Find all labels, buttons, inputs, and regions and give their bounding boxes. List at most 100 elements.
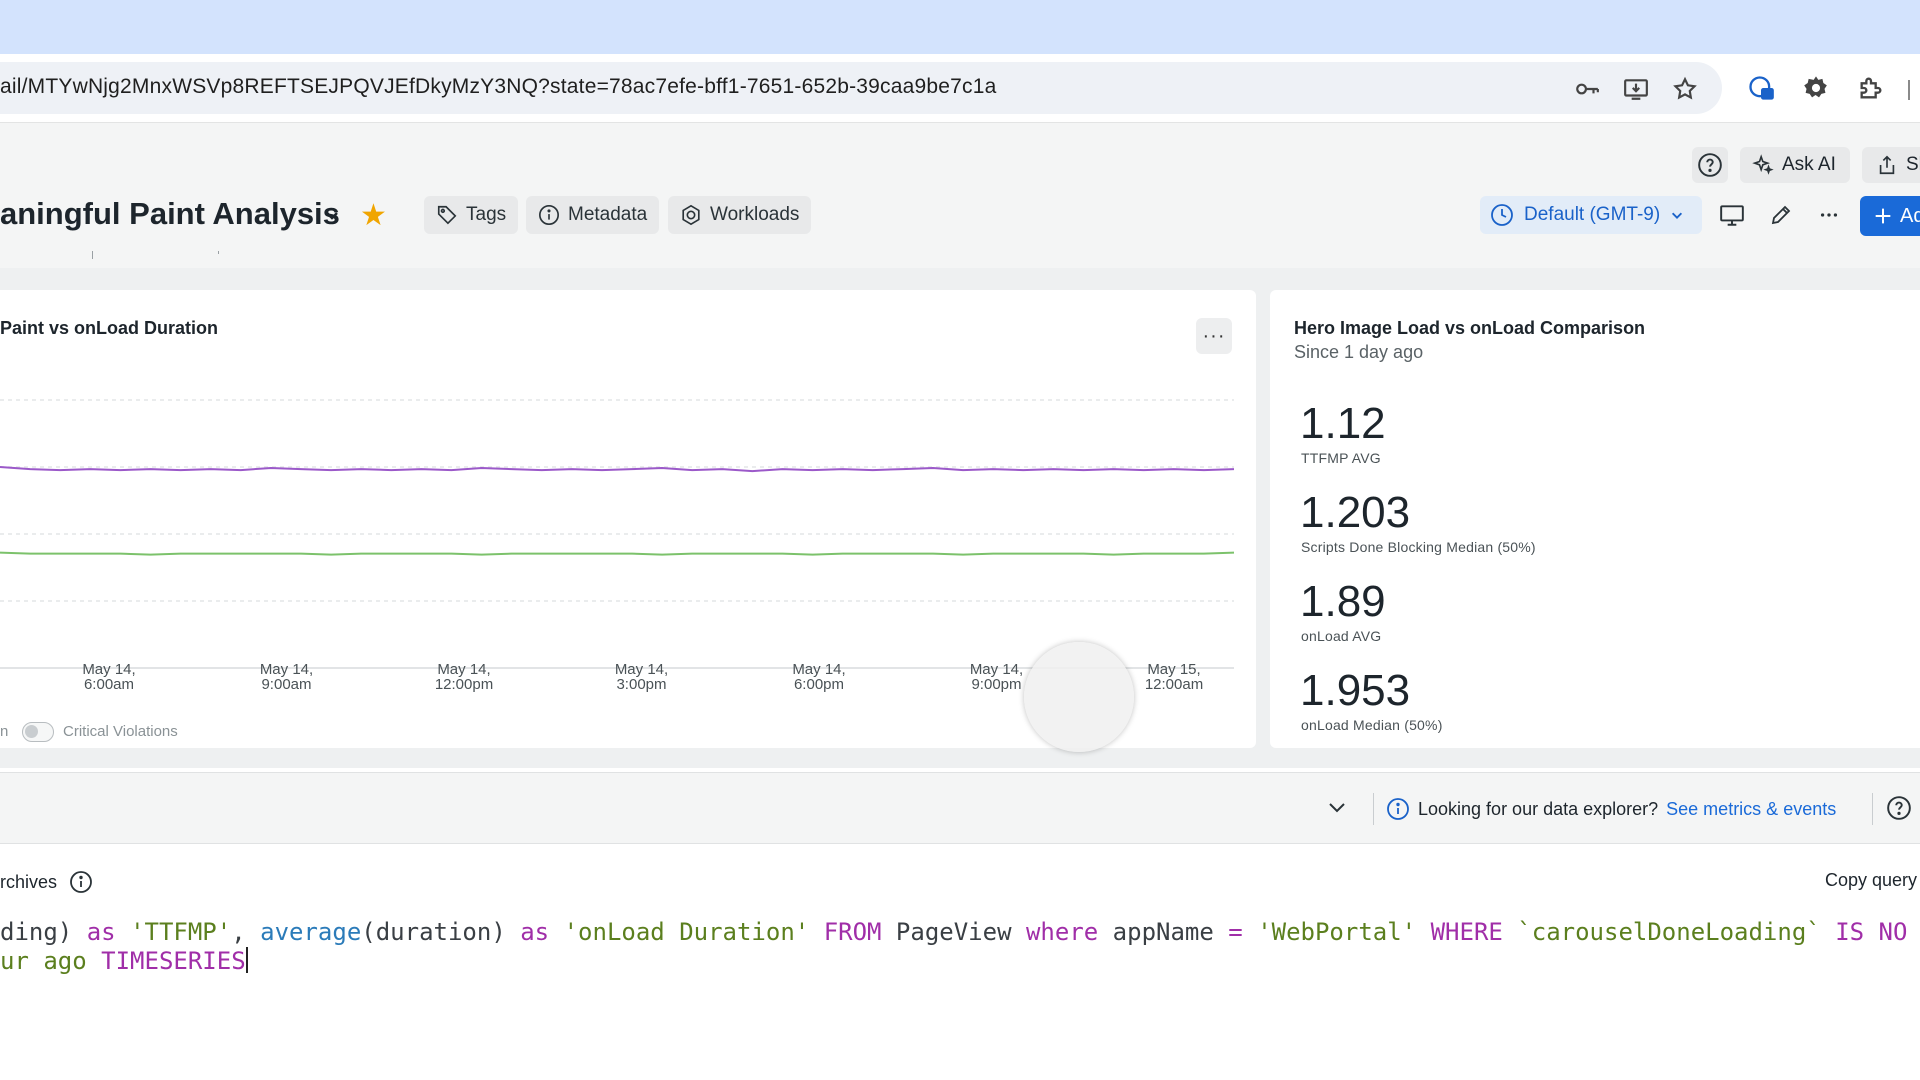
ellipsis-icon: [1820, 213, 1838, 217]
query-token: as: [520, 918, 550, 946]
sparkle-icon: [1752, 154, 1774, 175]
metadata-chip[interactable]: Metadata: [526, 196, 660, 234]
url-text[interactable]: ail/MTYwNjg2MnxWSVp8REFTSEJPQVJEfDkyMzY3…: [0, 75, 997, 99]
edit-button[interactable]: [1763, 197, 1799, 233]
copy-query-button[interactable]: Copy query: [1825, 870, 1917, 891]
stat-value: 1.953: [1300, 666, 1411, 715]
query-token: TIMESERIES: [101, 947, 246, 975]
ask-ai-button[interactable]: Ask AI: [1740, 147, 1850, 183]
critical-violations-toggle[interactable]: [22, 722, 54, 742]
tags-chip[interactable]: Tags: [424, 196, 519, 234]
profile-lock-icon[interactable]: [1747, 74, 1775, 102]
help-icon[interactable]: [1886, 795, 1912, 821]
query-token: ,: [231, 918, 261, 946]
x-tick-label: May 14, 9:00am: [259, 661, 314, 693]
info-icon: [539, 205, 559, 225]
billboard-widget: Hero Image Load vs onLoad Comparison Sin…: [1270, 290, 1920, 748]
text-caret: [245, 947, 248, 973]
query-token: PageView: [881, 918, 1026, 946]
stat-label: onLoad AVG: [1301, 628, 1382, 644]
pencil-icon: [1771, 205, 1791, 225]
line-chart[interactable]: [0, 290, 1256, 690]
dashboard-header: Ask AI Sh aningful Paint Analysis ★ Tags…: [0, 122, 1920, 268]
query-token: FROM: [823, 918, 882, 946]
more-options-button[interactable]: [1811, 197, 1847, 233]
widget-title: Hero Image Load vs onLoad Comparison: [1294, 318, 1646, 338]
query-token: [549, 918, 563, 946]
query-editor-line[interactable]: ur ago TIMESERIES: [0, 947, 248, 975]
x-tick-label: May 14, 12:00pm: [434, 661, 494, 693]
bookmark-star-icon[interactable]: [1672, 76, 1698, 102]
stat-label: Scripts Done Blocking Median (50%): [1301, 539, 1536, 555]
share-label: Sh: [1906, 154, 1920, 175]
stat-label: TTFMP AVG: [1301, 450, 1381, 466]
share-icon: [1879, 155, 1895, 175]
tag-icon: [437, 205, 457, 225]
add-label: Ad: [1900, 204, 1920, 227]
favorite-star-icon[interactable]: ★: [360, 201, 387, 231]
help-icon: [1698, 153, 1722, 177]
query-token: WHERE: [1430, 918, 1503, 946]
query-token: 'WebPortal': [1257, 918, 1417, 946]
query-token: IS NO: [1835, 918, 1908, 946]
install-icon[interactable]: [1623, 76, 1649, 102]
browser-toolbar-separator: [1908, 80, 1910, 100]
clock-icon: [1491, 204, 1513, 226]
query-token: [1821, 918, 1835, 946]
header-tick-mark: [92, 251, 93, 259]
series-line-1[interactable]: [0, 551, 1235, 556]
header-tick-mark: [218, 251, 219, 254]
x-tick-label: May 14, 6:00am: [82, 661, 136, 693]
chevron-down-icon: [1672, 212, 1683, 219]
share-button[interactable]: Sh: [1862, 147, 1920, 183]
workloads-icon: [682, 204, 700, 226]
workloads-label: Workloads: [710, 204, 800, 225]
widget-subtitle: Since 1 day ago: [1294, 342, 1424, 362]
info-icon[interactable]: [69, 870, 93, 894]
query-token: =: [1228, 918, 1243, 946]
help-button[interactable]: [1692, 147, 1728, 183]
mouse-cursor-highlight: [1024, 642, 1134, 752]
legend-series-label: n: [0, 723, 9, 740]
query-token: [809, 918, 823, 946]
query-token: average: [260, 918, 362, 946]
query-token: as: [86, 918, 116, 946]
timezone-label: Default (GMT-9): [1524, 204, 1661, 225]
x-tick-label: May 14, 6:00pm: [792, 661, 846, 693]
x-tick-label: May 15, 12:00am: [1144, 661, 1204, 693]
see-metrics-events-link[interactable]: See metrics & events: [1666, 799, 1836, 820]
data-explorer-bar: Looking for our data explorer? See metri…: [0, 772, 1920, 844]
plus-icon: [1875, 208, 1891, 224]
settings-gear-icon[interactable]: [1802, 74, 1830, 102]
data-explorer-hint: Looking for our data explorer? See metri…: [1386, 797, 1836, 821]
query-token: (duration): [361, 918, 521, 946]
address-bar[interactable]: ail/MTYwNjg2MnxWSVp8REFTSEJPQVJEfDkyMzY3…: [0, 62, 1722, 114]
tags-label: Tags: [466, 204, 507, 225]
page-title[interactable]: aningful Paint Analysis: [0, 196, 340, 232]
divider: [1872, 793, 1873, 825]
query-token: where: [1025, 918, 1099, 946]
query-archives-heading: rchives: [0, 870, 93, 894]
x-tick-label: May 14, 3:00pm: [614, 661, 669, 693]
divider: [1373, 793, 1374, 825]
query-token: [1416, 918, 1430, 946]
info-icon: [1387, 798, 1409, 820]
workloads-chip[interactable]: Workloads: [668, 196, 812, 234]
query-token: appName: [1098, 918, 1229, 946]
title-chevron-down-icon[interactable]: [324, 207, 340, 223]
explorer-question: Looking for our data explorer?: [1418, 798, 1659, 819]
tv-mode-button[interactable]: [1714, 197, 1750, 233]
add-widget-button[interactable]: Ad: [1860, 196, 1920, 236]
query-editor-line[interactable]: ding) as 'TTFMP', average(duration) as '…: [0, 918, 1907, 946]
query-token: [1503, 918, 1517, 946]
ask-ai-label: Ask AI: [1782, 154, 1836, 175]
extensions-puzzle-icon[interactable]: [1857, 74, 1885, 102]
stat-value: 1.203: [1300, 488, 1411, 537]
stat-value: 1.12: [1300, 399, 1386, 448]
collapse-chevron-icon[interactable]: [1325, 795, 1349, 819]
stat-label: onLoad Median (50%): [1301, 717, 1443, 733]
timezone-picker[interactable]: Default (GMT-9): [1480, 196, 1702, 234]
dashboard-canvas: Paint vs onLoad Duration ··· May 14, 6:00…: [0, 268, 1920, 768]
key-icon[interactable]: [1574, 76, 1600, 102]
metadata-label: Metadata: [568, 204, 648, 225]
